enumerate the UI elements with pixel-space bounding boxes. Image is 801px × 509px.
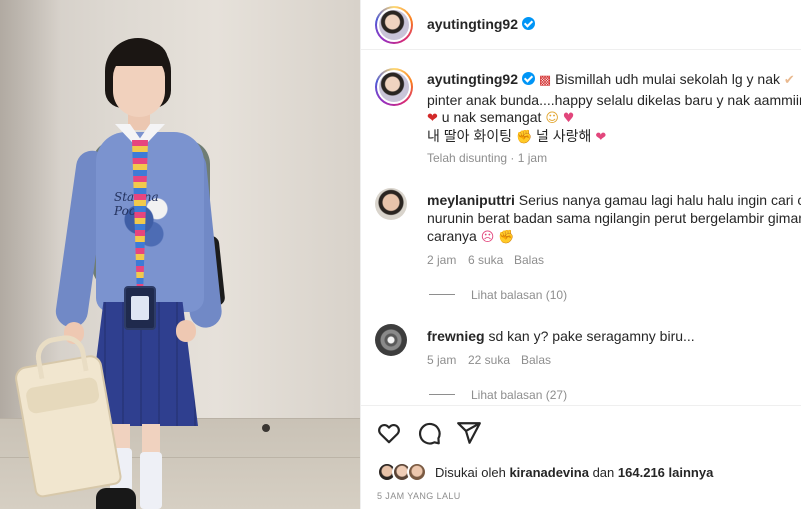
caption-text-3: u nak semangat xyxy=(441,109,542,125)
school-bag-emoji-icon: ▩ xyxy=(538,73,552,88)
caption-meta: Telah disunting · 1 jam xyxy=(427,151,548,165)
comment-2-line-1: frewnieg sd kan y? pake seragamny biru..… xyxy=(427,328,695,344)
post-header: ayutingting92 xyxy=(361,0,801,50)
crying-emoji-icon: ☹ xyxy=(480,230,495,245)
comment-1-line-2: nurunin berat badan sama ngilangin perut… xyxy=(427,210,801,226)
pray-emoji-icon: ✔ xyxy=(783,73,795,88)
caption-text-5: 널 사랑해 xyxy=(536,128,592,144)
likes-middle: dan xyxy=(592,465,615,480)
caption-line-1: ayutingting92 ▩ Bismillah udh mulai seko… xyxy=(427,71,795,87)
comment-1-text-3: caranya xyxy=(427,228,477,244)
id-card xyxy=(124,286,156,330)
right-hand xyxy=(176,320,196,342)
verified-badge-icon xyxy=(522,72,536,85)
author-avatar[interactable] xyxy=(375,6,413,44)
comment-1-time: 2 jam xyxy=(427,253,457,267)
comment-1-likes[interactable]: 6 suka xyxy=(468,253,503,267)
comment-1-text-1: Serius nanya gamau lagi halu halu ingin … xyxy=(518,192,801,208)
heart-face-emoji-icon: ❤ xyxy=(595,130,607,145)
comment-2-reply-button[interactable]: Balas xyxy=(521,353,551,367)
comment-icon[interactable] xyxy=(416,420,442,446)
bag-logo xyxy=(53,384,78,404)
bangs xyxy=(110,42,168,66)
girl-figure: Starina Pooh xyxy=(0,0,360,509)
caption-line-2: pinter anak bunda....happy selalu dikela… xyxy=(427,92,801,108)
shoe xyxy=(96,488,136,509)
verified-badge-icon xyxy=(522,17,536,30)
comment-1-view-replies[interactable]: Lihat balasan (10) xyxy=(471,288,567,302)
comment-1-reply-button[interactable]: Balas xyxy=(514,253,544,267)
caption-line-4: 내 딸아 화이팅 ✊ 널 사랑해 ❤ xyxy=(427,126,606,146)
caption-text-2: pinter anak bunda....happy selalu dikela… xyxy=(427,92,801,108)
author-username[interactable]: ayutingting92 xyxy=(427,16,536,32)
likes-count[interactable]: 164.216 lainnya xyxy=(618,465,713,480)
comment-1-username[interactable]: meylaniputtri xyxy=(427,192,515,208)
post-photo[interactable]: Starina Pooh xyxy=(0,0,360,509)
likes-user[interactable]: kiranadevina xyxy=(509,465,589,480)
share-icon[interactable] xyxy=(456,420,482,446)
liked-by-avatars[interactable] xyxy=(377,462,429,484)
right-sock xyxy=(140,452,162,509)
caption-username[interactable]: ayutingting92 xyxy=(427,71,518,87)
likes-prefix: Disukai oleh xyxy=(435,465,506,480)
pray-emoji-icon: ✊ xyxy=(498,230,515,245)
post-timestamp: 5 JAM YANG LALU xyxy=(377,491,461,501)
comment-2-time: 5 jam xyxy=(427,353,457,367)
comment-2-username[interactable]: frewnieg xyxy=(427,328,485,344)
commenter-avatar-2[interactable] xyxy=(375,324,407,356)
post-sidebar: ayutingting92 ayutingting92 ▩ Bismillah … xyxy=(360,0,801,509)
reply-divider xyxy=(429,294,455,295)
comment-2-text-1: sd kan y? pake seragamny biru... xyxy=(488,328,695,344)
caption-avatar[interactable] xyxy=(375,68,413,106)
sweater-print-text: Starina Pooh xyxy=(114,190,159,218)
girl-emoji-icon: ☺ xyxy=(545,111,559,126)
comment-1-line-3: caranya ☹ ✊ xyxy=(427,228,514,244)
comment-1-line-1: meylaniputtri Serius nanya gamau lagi ha… xyxy=(427,192,801,208)
comment-2-likes[interactable]: 22 suka xyxy=(468,353,510,367)
comment-2-view-replies[interactable]: Lihat balasan (27) xyxy=(471,388,567,402)
kiss-emoji-icon: ♥ xyxy=(562,111,575,126)
caption-text-4: 내 딸아 화이팅 xyxy=(427,128,513,144)
commenter-avatar-1[interactable] xyxy=(375,188,407,220)
muscle-emoji-icon: ✊ xyxy=(515,130,533,145)
caption-line-3: ❤ u nak semangat ☺ ♥ xyxy=(427,109,574,125)
caption-text-1: Bismillah udh mulai sekolah lg y nak xyxy=(555,71,780,87)
post-actions: Disukai oleh kiranadevina dan 164.216 la… xyxy=(361,405,801,509)
likes-summary[interactable]: Disukai oleh kiranadevina dan 164.216 la… xyxy=(435,465,713,480)
heart-icon[interactable] xyxy=(376,420,402,446)
heart-emoji-icon: ❤ xyxy=(427,111,438,126)
reply-divider xyxy=(429,394,455,395)
liker-avatar xyxy=(407,462,427,482)
author-username-text[interactable]: ayutingting92 xyxy=(427,16,518,32)
